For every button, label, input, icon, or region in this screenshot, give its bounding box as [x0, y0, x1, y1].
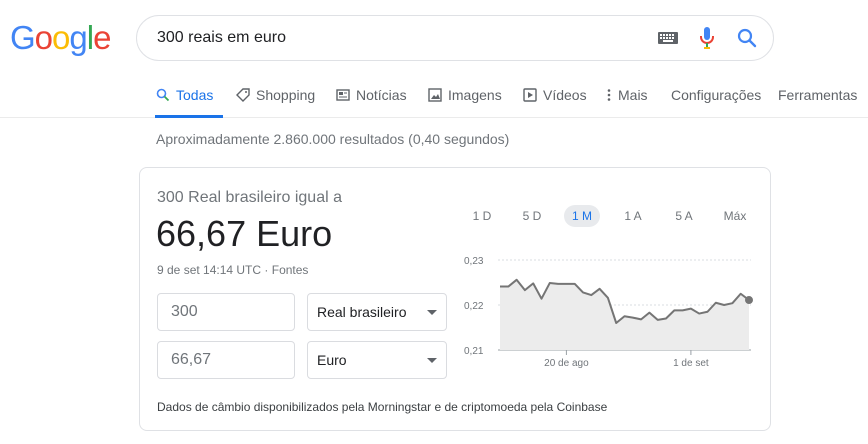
keyboard-icon[interactable] — [658, 32, 678, 44]
tab-configuracoes[interactable]: Configurações — [671, 87, 761, 103]
tab-label: Todas — [176, 87, 214, 103]
range-1m[interactable]: 1 M — [564, 205, 600, 227]
tab-videos[interactable]: Vídeos — [523, 87, 587, 103]
from-currency-value: Real brasileiro — [317, 304, 407, 320]
logo-letter: G — [10, 19, 36, 56]
range-max[interactable]: Máx — [716, 205, 754, 227]
active-tab-indicator — [155, 115, 223, 118]
tab-label: Ferramentas — [778, 87, 858, 103]
search-box[interactable] — [136, 15, 774, 61]
microphone-icon[interactable] — [700, 27, 714, 49]
x-tick-label: 20 de ago — [544, 358, 589, 369]
logo-letter: o — [52, 19, 70, 56]
data-source-note: Dados de câmbio disponibilizados pela Mo… — [157, 400, 608, 414]
logo-letter: g — [69, 19, 87, 56]
play-icon — [523, 88, 537, 102]
tab-label: Notícias — [356, 87, 407, 103]
tab-label: Configurações — [671, 87, 762, 103]
to-amount-input[interactable] — [157, 341, 295, 379]
y-tick-label: 0,22 — [464, 301, 484, 312]
range-5a[interactable]: 5 A — [666, 205, 702, 227]
sources-link[interactable]: Fontes — [272, 263, 309, 277]
range-1a[interactable]: 1 A — [615, 205, 651, 227]
currency-converter-card: 300 Real brasileiro igual a 66,67 Euro 9… — [139, 167, 771, 431]
conversion-timestamp: 9 de set 14:14 UTC · Fontes — [157, 263, 308, 277]
to-currency-value: Euro — [317, 352, 347, 368]
range-5d[interactable]: 5 D — [514, 205, 550, 227]
dropdown-arrow-icon — [427, 358, 437, 363]
x-tick-label: 1 de set — [673, 358, 709, 369]
tab-todas[interactable]: Todas — [156, 87, 213, 103]
timestamp-text: 9 de set 14:14 UTC — [157, 263, 262, 277]
tab-ferramentas[interactable]: Ferramentas — [778, 87, 857, 103]
tag-icon — [236, 88, 250, 102]
y-tick-label: 0,21 — [464, 346, 484, 357]
dropdown-arrow-icon — [427, 310, 437, 315]
google-logo[interactable]: Google — [10, 19, 111, 56]
newspaper-icon — [336, 89, 350, 101]
more-vert-icon — [607, 89, 611, 101]
search-icon — [156, 88, 170, 102]
exchange-rate-chart[interactable]: 0,23 0,22 0,21 20 de ago 1 de set — [458, 250, 758, 370]
tab-label: Mais — [618, 87, 648, 103]
conversion-result: 66,67 Euro — [156, 213, 333, 254]
tab-noticias[interactable]: Notícias — [336, 87, 407, 103]
tab-imagens[interactable]: Imagens — [428, 87, 502, 103]
search-input[interactable] — [157, 16, 637, 60]
image-icon — [428, 88, 442, 102]
tab-label: Vídeos — [543, 87, 587, 103]
tab-mais[interactable]: Mais — [606, 87, 648, 103]
search-tabs: Todas Shopping Notícias Imagens Vídeos M… — [0, 70, 868, 118]
to-currency-select[interactable]: Euro — [307, 341, 447, 379]
latest-point — [745, 296, 753, 305]
logo-letter: e — [93, 19, 111, 56]
from-currency-select[interactable]: Real brasileiro — [307, 293, 447, 331]
sources-separator: · — [261, 263, 272, 277]
range-selector: 1 D 5 D 1 M 1 A 5 A Máx — [460, 205, 750, 227]
tab-label: Shopping — [256, 87, 316, 103]
y-tick-label: 0,23 — [464, 256, 484, 267]
conversion-label: 300 Real brasileiro igual a — [157, 189, 342, 206]
range-1d[interactable]: 1 D — [464, 205, 500, 227]
logo-letter: o — [34, 19, 53, 56]
search-icon[interactable] — [737, 28, 757, 48]
from-amount-input[interactable] — [157, 293, 295, 331]
tab-label: Imagens — [448, 87, 502, 103]
tab-shopping[interactable]: Shopping — [236, 87, 315, 103]
result-stats: Aproximadamente 2.860.000 resultados (0,… — [156, 131, 510, 147]
